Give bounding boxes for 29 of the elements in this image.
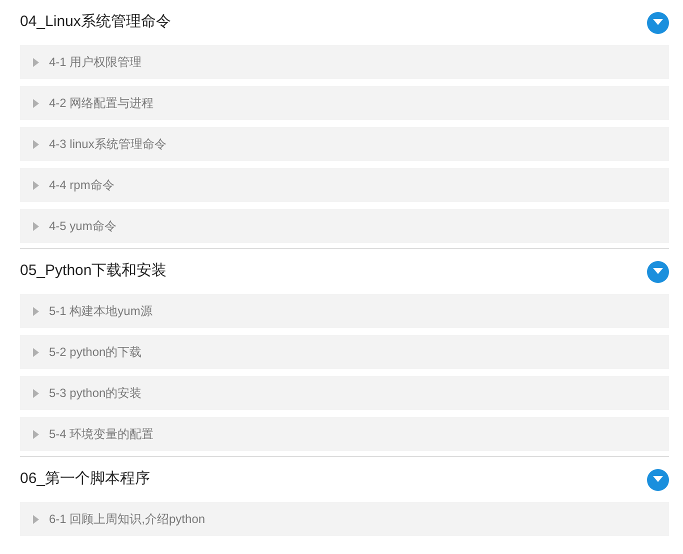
lesson-item[interactable]: 5-3 python的安装 bbox=[20, 376, 669, 410]
caret-down-icon bbox=[653, 19, 663, 26]
play-icon bbox=[33, 388, 39, 398]
caret-down-icon bbox=[653, 476, 663, 483]
play-icon bbox=[33, 306, 39, 316]
toggle-button[interactable] bbox=[647, 12, 669, 34]
play-icon bbox=[33, 348, 39, 356]
lesson-item[interactable]: 4-1 用户权限管理 bbox=[20, 45, 669, 79]
lesson-item[interactable]: 5-4 环境变量的配置 bbox=[20, 417, 669, 451]
play-icon bbox=[33, 514, 39, 524]
caret-down-icon bbox=[653, 268, 663, 275]
section-title: 04_Linux系统管理命令 bbox=[20, 12, 171, 32]
lesson-item[interactable]: 5-2 python的下载 bbox=[20, 335, 669, 369]
play-icon bbox=[33, 222, 39, 230]
lesson-item[interactable]: 4-4 rpm命令 bbox=[20, 168, 669, 202]
play-icon bbox=[33, 140, 39, 148]
lesson-item[interactable]: 4-5 yum命令 bbox=[20, 209, 669, 243]
play-icon bbox=[33, 180, 39, 190]
lesson-item[interactable]: 6-1 回顾上周知识,介绍python bbox=[20, 502, 669, 536]
section-title: 06_第一个脚本程序 bbox=[20, 469, 150, 490]
section-title: 05_Python下载和安装 bbox=[20, 261, 167, 282]
toggle-button[interactable] bbox=[647, 260, 669, 282]
lesson-item[interactable]: 4-3 linux系统管理命令 bbox=[20, 127, 669, 161]
lesson-item[interactable]: 5-1 构建本地yum源 bbox=[20, 294, 669, 328]
toggle-button[interactable] bbox=[647, 468, 669, 490]
play-icon bbox=[33, 98, 39, 108]
lesson-item[interactable]: 4-2 网络配置与进程 bbox=[20, 86, 669, 120]
play-icon bbox=[33, 58, 39, 66]
play-icon bbox=[33, 430, 39, 438]
